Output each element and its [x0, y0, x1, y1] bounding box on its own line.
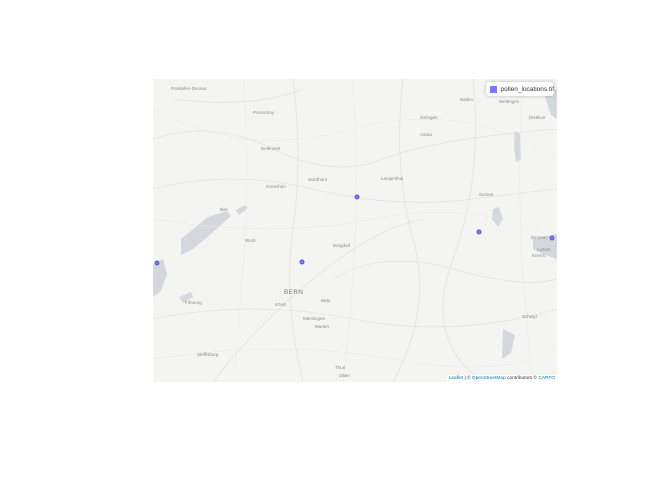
place-label: Emmen [531, 235, 547, 240]
place-label: Aarau [420, 132, 433, 137]
place-label: Köniz [275, 302, 287, 307]
map-viewport[interactable]: Pontarlier-Dessus Porrentruy Delémont Gr… [153, 79, 557, 382]
attribution-separator: | © [463, 376, 472, 381]
place-label: Delémont [261, 146, 281, 151]
place-label: Dietikon [529, 115, 546, 120]
map-attribution: Leaflet | © OpenStreetMap contributors ©… [446, 375, 557, 382]
location-marker[interactable] [154, 260, 160, 266]
lake-lucerne-south [502, 329, 515, 359]
place-label: Grenchen [266, 184, 286, 189]
place-label: Wettingen [499, 99, 520, 104]
osm-link[interactable]: OpenStreetMap [472, 376, 506, 381]
place-label: Luzern [537, 247, 551, 252]
attribution-contrib: contributors © [505, 376, 539, 381]
place-label: Baden [460, 97, 474, 102]
place-label: Belp [321, 298, 331, 303]
place-label: Langenthal [381, 176, 404, 181]
place-label: Sursee [479, 192, 494, 197]
place-label: Murten [315, 324, 330, 329]
location-marker[interactable] [299, 259, 305, 265]
place-label: Worb [245, 238, 256, 243]
lake-sempach [492, 207, 503, 227]
place-label: Schwyz [522, 314, 538, 319]
place-label-major: BERN [284, 289, 304, 296]
place-label: Zofingen [420, 115, 438, 120]
place-label: Burgdorf [333, 243, 351, 248]
place-label: Kriens [532, 253, 545, 258]
legend-label: pollen_locations.tif [500, 85, 554, 93]
lake-biel [236, 205, 248, 215]
carto-link[interactable]: CARTO [538, 376, 555, 381]
place-label: Olten [339, 373, 350, 378]
basemap [153, 79, 557, 382]
place-label: Solothurn [308, 177, 328, 182]
place-label: Steffisburg [197, 352, 219, 357]
lake-neuchatel [181, 211, 231, 255]
map-legend: pollen_locations.tif [486, 82, 554, 96]
place-label: Fribourg [185, 300, 202, 305]
place-label: Münsingen [303, 316, 326, 321]
leaflet-link[interactable]: Leaflet [449, 376, 463, 381]
place-label: Biel [220, 207, 228, 212]
location-marker[interactable] [476, 229, 482, 235]
location-marker[interactable] [354, 194, 360, 200]
legend-swatch [490, 85, 497, 93]
place-label: Thun [335, 365, 346, 370]
place-label: Pontarlier-Dessus [171, 86, 207, 91]
location-marker[interactable] [549, 235, 555, 241]
place-label: Porrentruy [253, 110, 275, 115]
